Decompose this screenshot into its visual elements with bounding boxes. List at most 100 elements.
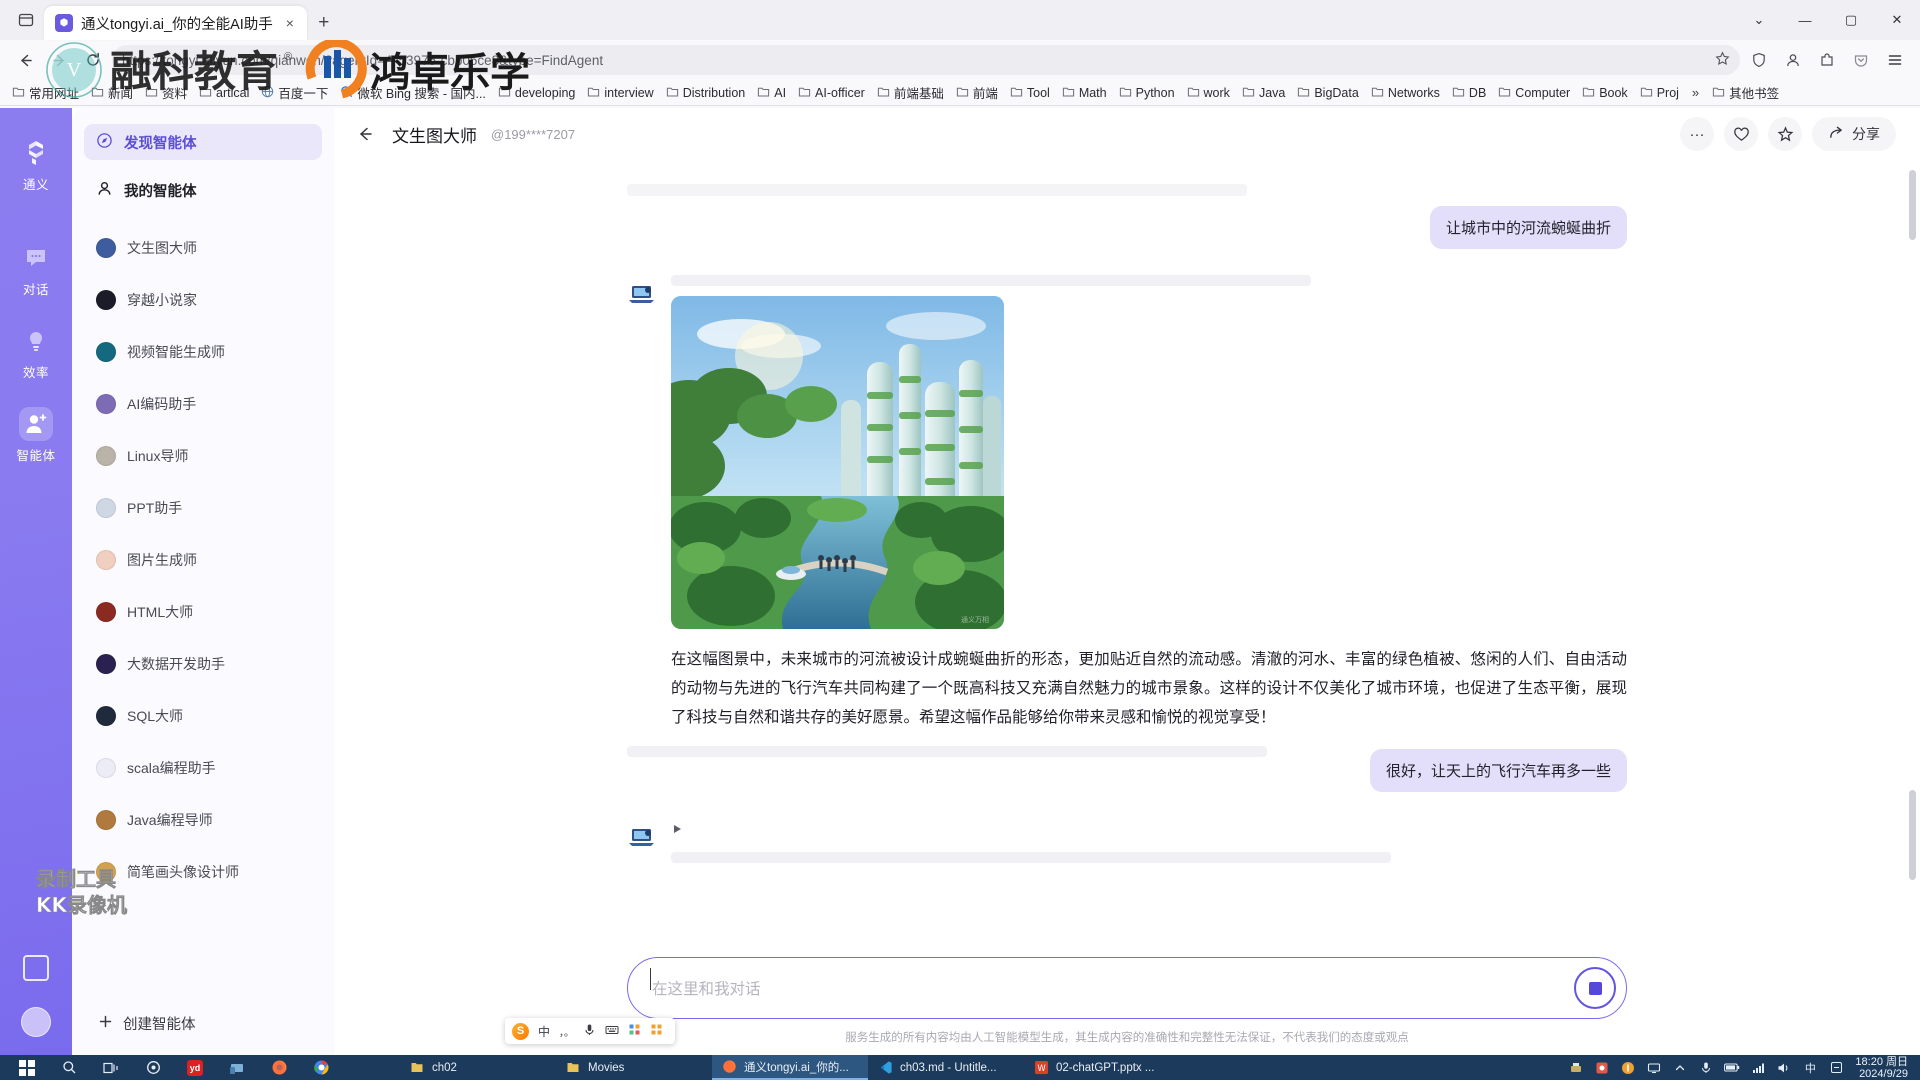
- bookmark-item[interactable]: Tool: [1004, 83, 1056, 103]
- bookmark-star-icon[interactable]: [1715, 51, 1730, 69]
- mic-icon[interactable]: [1693, 1055, 1719, 1080]
- mic-icon[interactable]: [583, 1023, 596, 1039]
- agent-list-item[interactable]: Linux导师: [84, 438, 322, 474]
- ime-lang-toggle[interactable]: 中: [538, 1023, 550, 1040]
- rail-item-agents[interactable]: 智能体: [0, 395, 72, 476]
- bookmark-item[interactable]: 百度一下: [255, 81, 334, 104]
- generated-image[interactable]: 通义万相: [671, 296, 1004, 629]
- ime-punctuation-toggle[interactable]: ，。: [559, 1024, 574, 1039]
- tab-list-icon[interactable]: [8, 0, 44, 40]
- taskview-icon[interactable]: [90, 1055, 132, 1080]
- tools-icon[interactable]: [628, 1023, 641, 1039]
- close-icon[interactable]: ×: [281, 14, 299, 32]
- app1-icon[interactable]: [1589, 1055, 1615, 1080]
- mobile-icon[interactable]: [23, 955, 49, 981]
- bookmark-item[interactable]: work: [1181, 83, 1236, 103]
- youdao-icon[interactable]: yd: [174, 1055, 216, 1080]
- bookmark-item[interactable]: 新闻: [85, 81, 139, 104]
- new-tab-button[interactable]: +: [307, 6, 341, 40]
- taskbar-task[interactable]: 通义tongyi.ai_你的...: [712, 1055, 868, 1080]
- agent-list-item[interactable]: 穿越小说家: [84, 282, 322, 318]
- agent-list-item[interactable]: 文生图大师: [84, 230, 322, 266]
- start-icon[interactable]: [6, 1055, 48, 1080]
- bookmark-item[interactable]: Distribution: [660, 83, 752, 103]
- rail-item-chat[interactable]: 对话: [0, 229, 72, 310]
- keyboard-icon[interactable]: [605, 1023, 619, 1039]
- bookmark-item[interactable]: Python: [1113, 83, 1181, 103]
- bookmark-item[interactable]: AI-officer: [792, 83, 871, 103]
- ime-cn-icon[interactable]: 中: [1797, 1055, 1823, 1080]
- bookmark-item[interactable]: Math: [1056, 83, 1113, 103]
- bookmark-item[interactable]: 前端: [950, 81, 1004, 104]
- taskbar-clock[interactable]: 18:20 周日 2024/9/29: [1849, 1056, 1920, 1080]
- bookmark-item[interactable]: Proj: [1634, 83, 1685, 103]
- chat-message-list[interactable]: 让城市中的河流蜿蜒曲折 通义万相 在这幅图景中，未来城市的河流被设计成蜿蜒曲折的…: [334, 160, 1920, 957]
- taskbar-task[interactable]: Movies: [556, 1055, 712, 1080]
- taskbar-task[interactable]: ch02: [400, 1055, 556, 1080]
- address-bar[interactable]: https://tongyi.aliyun.com/qianwen/?agent…: [112, 45, 1740, 75]
- tongyi-logo[interactable]: 通义: [0, 124, 72, 227]
- like-button[interactable]: [1724, 117, 1758, 151]
- reload-icon[interactable]: [78, 45, 108, 75]
- bookmark-item[interactable]: artical: [193, 83, 255, 103]
- back-arrow-icon[interactable]: [352, 121, 378, 147]
- apps-icon[interactable]: [650, 1023, 663, 1039]
- agent-list-item[interactable]: AI编码助手: [84, 386, 322, 422]
- bookmark-item[interactable]: 资料: [139, 81, 193, 104]
- bookmark-item[interactable]: 常用网址: [6, 81, 85, 104]
- agent-list-item[interactable]: HTML大师: [84, 594, 322, 630]
- scrollbar-thumb[interactable]: [1909, 170, 1916, 240]
- share-button[interactable]: 分享: [1812, 117, 1896, 151]
- browser-tab[interactable]: 通义tongyi.ai_你的全能AI助手 ×: [44, 6, 307, 40]
- bookmark-item[interactable]: Book: [1576, 83, 1634, 103]
- cortana-icon[interactable]: [132, 1055, 174, 1080]
- firefox-icon[interactable]: [258, 1055, 300, 1080]
- message-input[interactable]: 在这里和我对话: [650, 968, 1574, 999]
- bookmark-item[interactable]: developing: [492, 83, 581, 103]
- back-arrow-icon[interactable]: [10, 45, 40, 75]
- chrome-icon[interactable]: [300, 1055, 342, 1080]
- app2-icon[interactable]: [1615, 1055, 1641, 1080]
- taskbar-task[interactable]: ch03.md - Untitle...: [868, 1055, 1024, 1080]
- bookmark-item[interactable]: Java: [1236, 83, 1291, 103]
- agent-list-item[interactable]: Java编程导师: [84, 802, 322, 838]
- scrollbar-thumb-lower[interactable]: [1909, 790, 1916, 880]
- shield-icon[interactable]: [1744, 45, 1774, 75]
- maximize-button[interactable]: ▢: [1828, 0, 1874, 40]
- agent-list-item[interactable]: 大数据开发助手: [84, 646, 322, 682]
- avatar[interactable]: [21, 1007, 51, 1037]
- vmware-icon[interactable]: [216, 1055, 258, 1080]
- account-icon[interactable]: [1778, 45, 1808, 75]
- agent-list-item[interactable]: PPT助手: [84, 490, 322, 526]
- sidebar-item-mine[interactable]: 我的智能体: [84, 172, 322, 208]
- bookmark-item[interactable]: Computer: [1492, 83, 1576, 103]
- bookmark-item[interactable]: Networks: [1365, 83, 1446, 103]
- favorite-button[interactable]: [1768, 117, 1802, 151]
- bookmark-item[interactable]: AI: [751, 83, 792, 103]
- message-input-wrapper[interactable]: 在这里和我对话: [627, 957, 1627, 1019]
- sidebar-item-discover[interactable]: 发现智能体: [84, 124, 322, 160]
- minimize-button[interactable]: —: [1782, 0, 1828, 40]
- agent-list-item[interactable]: 视频智能生成师: [84, 334, 322, 370]
- close-window-button[interactable]: ✕: [1874, 0, 1920, 40]
- taskbar-task[interactable]: W 02-chatGPT.pptx ...: [1024, 1055, 1180, 1080]
- bookmark-item[interactable]: interview: [581, 83, 659, 103]
- up-arrow-icon[interactable]: [1667, 1055, 1693, 1080]
- battery-icon[interactable]: [1719, 1055, 1745, 1080]
- bookmark-item[interactable]: DB: [1446, 83, 1492, 103]
- extensions-icon[interactable]: [1812, 45, 1842, 75]
- bookmarks-overflow-icon[interactable]: »: [1685, 83, 1706, 102]
- bookmark-item[interactable]: 前端基础: [871, 81, 950, 104]
- bookmark-item[interactable]: BigData: [1291, 83, 1364, 103]
- tab-search-button[interactable]: ⌄: [1736, 0, 1782, 40]
- printer-icon[interactable]: [1563, 1055, 1589, 1080]
- volume-icon[interactable]: [1771, 1055, 1797, 1080]
- forward-arrow-icon[interactable]: [44, 45, 74, 75]
- rail-item-efficiency[interactable]: 效率: [0, 312, 72, 393]
- stop-record-icon[interactable]: [1574, 967, 1616, 1009]
- agent-list-item[interactable]: scala编程助手: [84, 750, 322, 786]
- sogou-logo-icon[interactable]: S: [512, 1022, 529, 1040]
- bookmark-item[interactable]: 微软 Bing 搜索 - 国内...: [334, 81, 492, 104]
- search-icon[interactable]: [48, 1055, 90, 1080]
- monitor-icon[interactable]: [1641, 1055, 1667, 1080]
